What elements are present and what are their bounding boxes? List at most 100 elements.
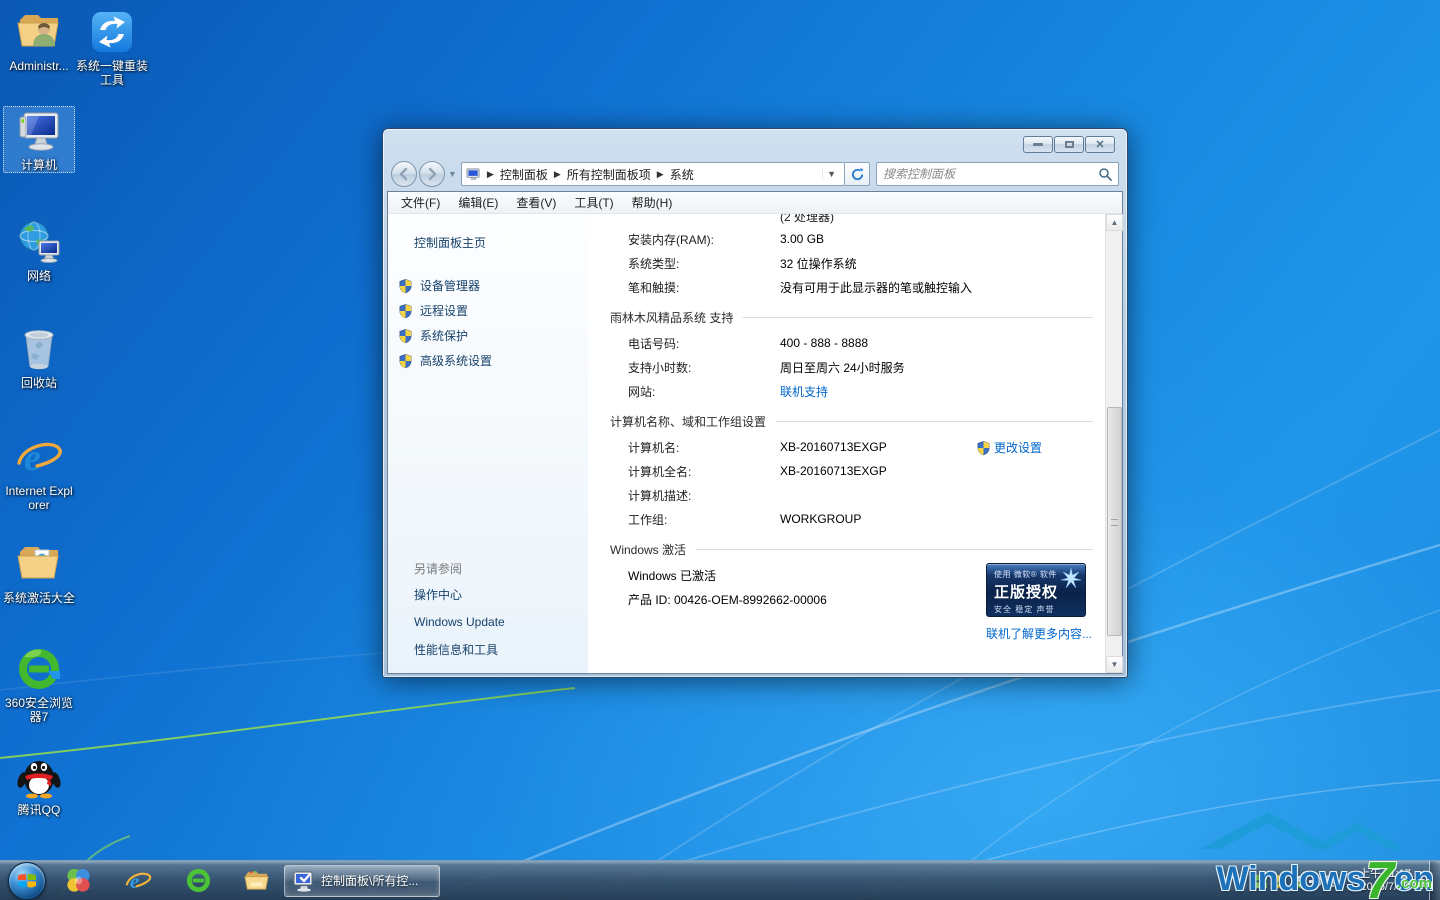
magnifier-icon	[1098, 167, 1112, 181]
tray-shield-icon[interactable]	[1269, 861, 1287, 900]
section-computer-name: 计算机名称、域和工作组设置	[610, 413, 1093, 430]
see-also-header: 另请参阅	[388, 560, 588, 586]
scrollbar-thumb[interactable]	[1107, 407, 1122, 637]
desktop-icon-internet-explorer[interactable]: e Internet Explorer	[3, 433, 75, 512]
desktop-icon-label: 系统激活大全	[3, 591, 75, 605]
desktop-icon-label: 腾讯QQ	[18, 803, 61, 817]
sidebar-control-panel-home[interactable]: 控制面板主页	[414, 234, 588, 251]
sparkle-star-icon	[1060, 567, 1082, 589]
learn-more-online-link[interactable]: 联机了解更多内容...	[986, 625, 1092, 642]
internet-explorer-icon: e	[125, 867, 152, 894]
search-box[interactable]	[876, 162, 1119, 186]
tray-volume-icon[interactable]	[1305, 861, 1323, 900]
start-orb-icon	[17, 871, 37, 890]
forward-button[interactable]	[419, 161, 445, 187]
taskbar-icon-360-browser[interactable]	[178, 861, 218, 900]
tray-network-icon[interactable]	[1323, 861, 1341, 900]
spec-row-ram: 安装内存(RAM): 3.00 GB	[588, 227, 1105, 251]
menu-edit[interactable]: 编辑(E)	[449, 192, 507, 213]
hidden-icons-up-arrow[interactable]: ▲	[1230, 873, 1247, 890]
desktop-icon-recycle-bin[interactable]: 回收站	[3, 325, 75, 390]
menu-view[interactable]: 查看(V)	[507, 192, 565, 213]
menu-file[interactable]: 文件(F)	[392, 192, 449, 213]
desktop-icon-reinstall-tool[interactable]: 系统一键重装工具	[76, 8, 148, 87]
recent-pages-dropdown[interactable]: ▼	[448, 169, 457, 179]
scroll-down-arrow[interactable]: ▼	[1106, 656, 1123, 673]
sidebar-item-performance-tools[interactable]: 性能信息和工具	[388, 641, 588, 670]
recycle-bin-icon	[15, 325, 63, 373]
search-input[interactable]	[883, 167, 1098, 181]
network-icon	[15, 218, 63, 266]
address-dropdown-icon[interactable]: ▼	[822, 169, 840, 179]
breadcrumb-arrow-icon: ▶	[552, 169, 563, 180]
window-client-area: 文件(F) 编辑(E) 查看(V) 工具(T) 帮助(H) 控制面板主页	[387, 191, 1123, 674]
desktop-icon-qq[interactable]: 腾讯QQ	[3, 752, 75, 817]
breadcrumb-arrow-icon: ▶	[485, 169, 496, 180]
desktop-icon-label: 回收站	[21, 376, 57, 390]
task-button-label: 控制面板\所有控...	[321, 872, 418, 889]
taskbar-task-control-panel[interactable]: 控制面板\所有控...	[284, 865, 440, 897]
show-desktop-button[interactable]	[1429, 861, 1440, 900]
desktop-icon-network[interactable]: 网络	[3, 218, 75, 283]
desktop-icon-label: 360安全浏览器7	[3, 696, 75, 724]
sidebar-item-device-manager[interactable]: 设备管理器	[388, 273, 588, 298]
svg-text:e: e	[129, 869, 138, 893]
uac-shield-icon	[398, 278, 413, 294]
desktop-icon-computer[interactable]: 计算机	[3, 106, 75, 173]
tray-clock[interactable]: 上午 11:17 2016/7/13	[1343, 868, 1427, 894]
vertical-scrollbar[interactable]: ▲ ▼	[1105, 214, 1122, 673]
360-browser-icon	[15, 645, 63, 693]
minimize-icon	[1033, 143, 1043, 146]
desktop-icon-administrator[interactable]: Administr...	[3, 8, 75, 73]
change-settings[interactable]: 更改设置	[976, 439, 1042, 456]
system-tray: ▲ 上午 11:17 2016/7/13	[1230, 861, 1440, 900]
genuine-software-badge[interactable]: 使用 微软® 软件 正版授权 安全 稳定 声誉	[986, 563, 1086, 617]
section-support: 雨林木风精品系统 支持	[610, 309, 1093, 326]
tray-action-center-flag-icon[interactable]	[1287, 861, 1305, 900]
desktop: Administr... 系统一键重装工具 计算机	[0, 0, 1440, 900]
change-settings-link[interactable]: 更改设置	[994, 439, 1042, 456]
support-row-phone: 电话号码: 400 - 888 - 8888	[588, 331, 1105, 355]
support-row-hours: 支持小时数: 周日至周六 24小时服务	[588, 355, 1105, 379]
maximize-button[interactable]	[1054, 136, 1084, 153]
explorer-folder-icon	[243, 867, 270, 894]
sidebar-item-windows-update[interactable]: Windows Update	[388, 615, 588, 641]
taskbar-icon-explorer[interactable]	[236, 861, 276, 900]
tray-green-grid-icon[interactable]	[1251, 861, 1269, 900]
taskbar-icon-internet-explorer[interactable]: e	[118, 861, 158, 900]
sidebar-item-remote-settings[interactable]: 远程设置	[388, 298, 588, 323]
clock-time: 上午 11:17	[1343, 868, 1427, 881]
system-page-icon	[466, 168, 481, 181]
roof-logo-icon	[1196, 804, 1406, 850]
menu-help[interactable]: 帮助(H)	[623, 192, 682, 213]
scroll-up-arrow[interactable]: ▲	[1106, 214, 1123, 231]
maximize-icon	[1065, 141, 1074, 148]
computer-row-description: 计算机描述:	[588, 483, 1105, 507]
address-bar[interactable]: ▶ 控制面板 ▶ 所有控制面板项 ▶ 系统 ▼	[461, 162, 845, 186]
refresh-button[interactable]	[845, 162, 870, 186]
desktop-icon-label: 网络	[27, 269, 51, 283]
taskbar-icon-pinwheel-app[interactable]	[58, 861, 98, 900]
breadcrumb-all-items[interactable]: 所有控制面板项	[563, 164, 655, 185]
desktop-icon-360-browser[interactable]: 360安全浏览器7	[3, 645, 75, 724]
menu-tools[interactable]: 工具(T)	[565, 192, 622, 213]
desktop-icon-activation-folder[interactable]: 系统激活大全	[3, 540, 75, 605]
start-button[interactable]	[8, 862, 46, 900]
close-button[interactable]: ✕	[1085, 136, 1115, 153]
breadcrumb-control-panel[interactable]: 控制面板	[496, 164, 552, 185]
window-titlebar[interactable]: ✕	[387, 129, 1123, 157]
documents-folder-icon	[15, 540, 63, 588]
sidebar-item-system-protection[interactable]: 系统保护	[388, 323, 588, 348]
sidebar-item-advanced-settings[interactable]: 高级系统设置	[388, 348, 588, 373]
support-row-website: 网站: 联机支持	[588, 379, 1105, 403]
back-button[interactable]	[391, 161, 417, 187]
spec-row-pen-touch: 笔和触摸: 没有可用于此显示器的笔或触控输入	[588, 275, 1105, 299]
system-info-pane: (2 处理器) 安装内存(RAM): 3.00 GB 系统类型: 32 位操作系…	[588, 214, 1105, 673]
forward-icon	[425, 167, 439, 181]
sidebar-item-action-center[interactable]: 操作中心	[388, 586, 588, 615]
breadcrumb-system[interactable]: 系统	[666, 164, 698, 185]
uac-shield-icon	[398, 353, 413, 369]
online-support-link[interactable]: 联机支持	[780, 383, 828, 400]
minimize-button[interactable]	[1023, 136, 1053, 153]
menu-bar: 文件(F) 编辑(E) 查看(V) 工具(T) 帮助(H)	[388, 192, 1122, 214]
